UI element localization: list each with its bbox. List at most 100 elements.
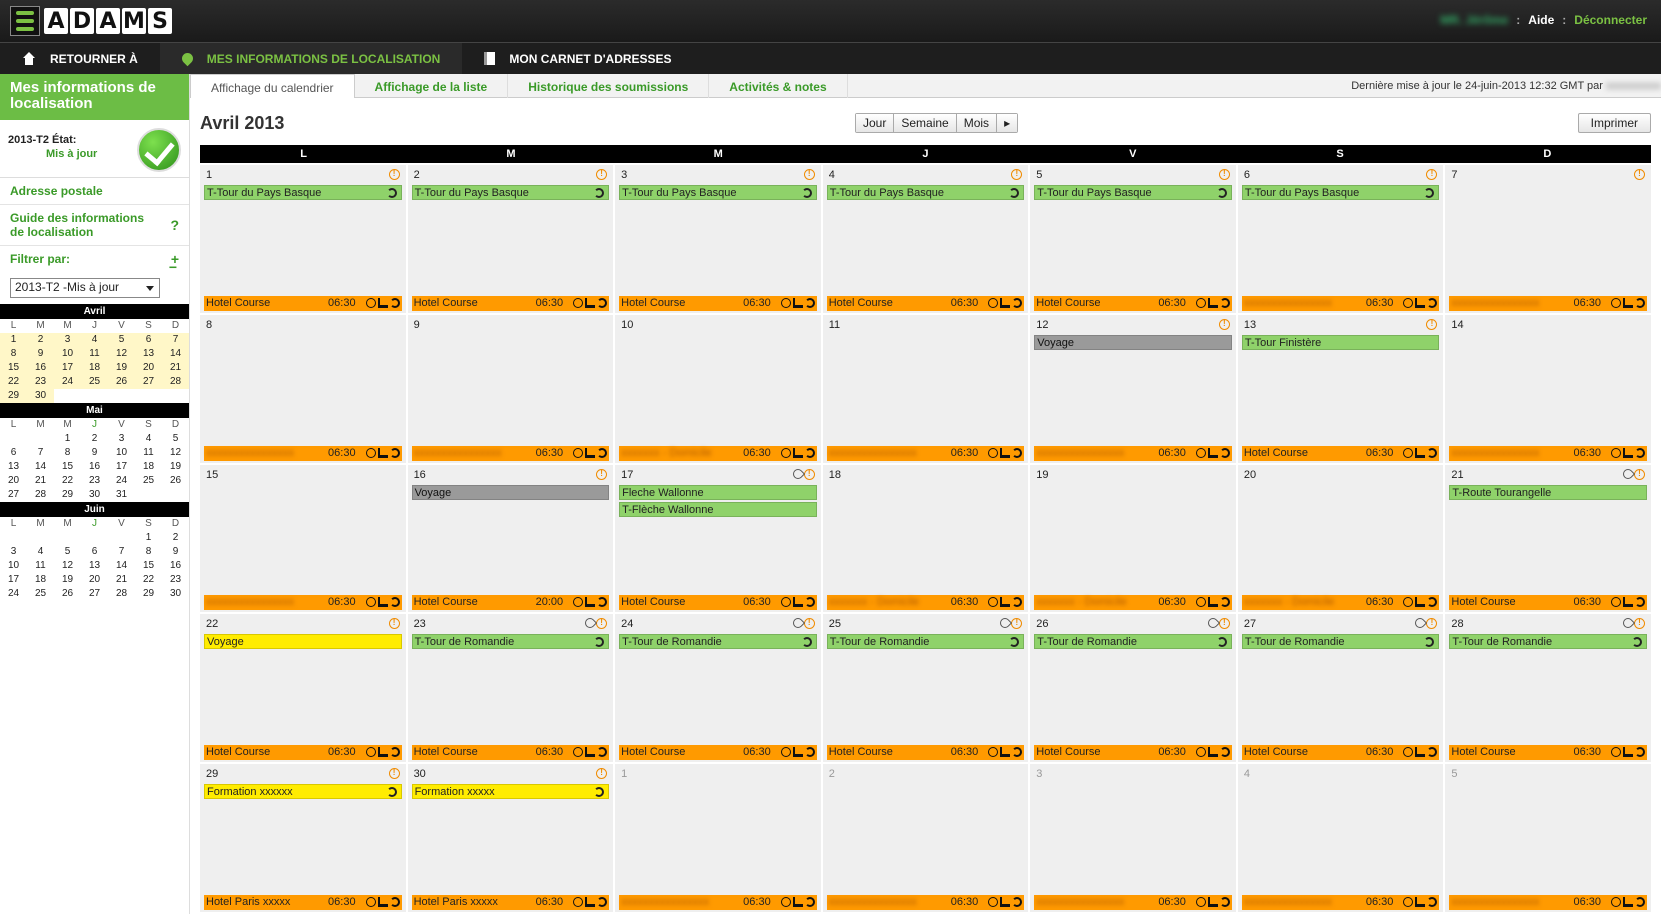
calendar-event[interactable]: Fleche Wallonne <box>619 484 817 500</box>
overnight-bar[interactable]: xxxxxxxxxxxxxxxx 06:30 <box>1034 895 1232 910</box>
overnight-bar[interactable]: Hotel Course 06:30 <box>1034 745 1232 761</box>
day-cell[interactable]: 23! T-Tour de Romandie Hotel Course 06:30 <box>407 614 614 763</box>
attachment-icon[interactable] <box>1620 616 1636 631</box>
minical-day[interactable]: 30 <box>81 488 108 502</box>
minus-icon[interactable]: − <box>169 259 177 275</box>
warning-icon[interactable]: ! <box>803 618 815 630</box>
minical-day[interactable]: 25 <box>135 474 162 488</box>
warning-icon[interactable]: ! <box>1218 318 1230 330</box>
day-cell[interactable]: 6! T-Tour du Pays Basque xxxxxxxxxxxxxxxx 0… <box>1237 165 1444 313</box>
overnight-bar[interactable]: xxxxxxx - Domicile 06:30 <box>619 445 817 461</box>
warning-icon[interactable]: ! <box>596 169 608 180</box>
day-cell[interactable]: 2 xxxxxxxxxxxxxxxx 06:30 <box>822 764 1029 912</box>
print-button[interactable]: Imprimer <box>1577 113 1651 133</box>
calendar-event[interactable]: T-Tour du Pays Basque <box>411 185 610 200</box>
warning-icon[interactable]: ! <box>1426 618 1438 630</box>
tab-activities-notes[interactable]: Activités & notes <box>709 74 848 98</box>
day-cell[interactable]: 1 xxxxxxxxxxxxxxxx 06:30 <box>615 764 821 912</box>
minical-day[interactable]: 26 <box>54 587 81 601</box>
minical-day[interactable]: 16 <box>27 361 54 375</box>
minical-day[interactable]: 19 <box>54 573 81 587</box>
day-cell[interactable]: 5 xxxxxxxxxxxxxxxx 06:30 <box>1445 764 1651 912</box>
minical-day[interactable]: 2 <box>162 531 189 545</box>
day-cell[interactable]: 10 xxxxxxx - Domicile 06:30 <box>615 314 821 463</box>
overnight-bar[interactable]: Hotel Course 06:30 <box>619 745 817 761</box>
overnight-bar[interactable]: Hotel Course 06:30 <box>1449 595 1647 611</box>
calendar-event[interactable]: T-Tour du Pays Basque <box>1241 185 1440 200</box>
day-cell[interactable]: 16! Voyage Hotel Course 20:00 <box>407 464 614 613</box>
minical-day[interactable]: 6 <box>81 545 108 559</box>
minical-day[interactable]: 1 <box>0 333 27 347</box>
overnight-bar[interactable]: xxxxxxx - Domicile 06:30 <box>1241 595 1440 611</box>
overnight-bar[interactable]: xxxxxxxxxxxxxxxx 06:30 <box>411 445 610 461</box>
minical-day[interactable]: 25 <box>27 587 54 601</box>
day-cell[interactable]: 26! T-Tour de Romandie Hotel Course 06:30 <box>1030 614 1236 763</box>
view-day-button[interactable]: Jour <box>856 114 895 132</box>
warning-icon[interactable]: ! <box>1218 618 1230 630</box>
overnight-bar[interactable]: xxxxxxxxxxxxxxxx 06:30 <box>1449 445 1647 461</box>
minical-day[interactable]: 29 <box>54 488 81 502</box>
tab-calendar-view[interactable]: Affichage du calendrier <box>190 74 355 98</box>
attachment-icon[interactable] <box>998 616 1013 631</box>
minical-day[interactable]: 22 <box>54 474 81 488</box>
minical-day[interactable]: 15 <box>135 559 162 573</box>
day-cell[interactable]: 5! T-Tour du Pays Basque Hotel Course 06:30 <box>1030 165 1236 313</box>
minical-day[interactable]: 14 <box>27 460 54 474</box>
calendar-event[interactable]: Voyage <box>1034 334 1232 350</box>
minical-day[interactable]: 21 <box>108 573 135 587</box>
attachment-icon[interactable] <box>583 616 598 631</box>
minical-day[interactable]: 23 <box>162 573 189 587</box>
day-cell[interactable]: 22! Voyage Hotel Course 06:30 <box>200 614 406 763</box>
warning-icon[interactable]: ! <box>803 468 815 480</box>
warning-icon[interactable]: ! <box>596 618 608 630</box>
minical-day[interactable]: 11 <box>135 446 162 460</box>
day-cell[interactable]: 4! T-Tour du Pays Basque Hotel Course 06:30 <box>822 165 1029 313</box>
minical-day[interactable]: 6 <box>0 446 27 460</box>
minical-day[interactable]: 9 <box>27 347 54 361</box>
help-question-icon[interactable]: ? <box>170 217 179 233</box>
day-cell[interactable]: 8 xxxxxxxxxxxxxxxx 06:30 <box>200 314 406 463</box>
guide-link[interactable]: Guide des informations de localisation ? <box>0 205 189 246</box>
day-cell[interactable]: 29! Formation xxxxxx Hotel Paris xxxxx 06:3… <box>200 764 406 912</box>
minical-day[interactable]: 23 <box>81 474 108 488</box>
day-cell[interactable]: 18 xxxxxxx - Domicile 06:30 <box>822 464 1029 613</box>
overnight-bar[interactable]: Hotel Course 06:30 <box>411 745 610 761</box>
day-cell[interactable]: 19 xxxxxxx - Domicile 06:30 <box>1030 464 1236 613</box>
day-cell[interactable]: 14 xxxxxxxxxxxxxxxx 06:30 <box>1445 314 1651 463</box>
minical-day[interactable]: 30 <box>162 587 189 601</box>
view-month-button[interactable]: Mois <box>956 114 998 132</box>
day-cell[interactable]: 2! T-Tour du Pays Basque Hotel Course 06:30 <box>407 165 614 313</box>
day-cell[interactable]: 7! xxxxxxxxxxxxxxxx 06:30 <box>1445 165 1651 313</box>
minical-day[interactable]: 7 <box>108 545 135 559</box>
minical-day[interactable]: 9 <box>162 545 189 559</box>
overnight-bar[interactable]: xxxxxxxxxxxxxxxx 06:30 <box>826 895 1025 910</box>
warning-icon[interactable]: ! <box>1633 169 1645 180</box>
minical-day[interactable]: 2 <box>81 432 108 446</box>
day-cell[interactable]: 9 xxxxxxxxxxxxxxxx 06:30 <box>407 314 614 463</box>
overnight-bar[interactable]: Hotel Paris xxxxx 06:30 <box>204 895 402 910</box>
minical-day[interactable]: 29 <box>135 587 162 601</box>
minical-day[interactable]: 29 <box>0 389 27 403</box>
overnight-bar[interactable]: Hotel Course 06:30 <box>1241 445 1440 461</box>
minical-day[interactable]: 3 <box>108 432 135 446</box>
warning-icon[interactable]: ! <box>1633 618 1645 630</box>
nav-location-info[interactable]: MES INFORMATIONS DE LOCALISATION <box>159 43 463 74</box>
adams-logo[interactable]: ADAMS <box>10 6 172 36</box>
minical-day[interactable]: 8 <box>54 446 81 460</box>
nav-address-book[interactable]: MON CARNET D'ADRESSES <box>462 43 693 74</box>
minical-day[interactable]: 7 <box>27 446 54 460</box>
overnight-bar[interactable]: xxxxxxxxxxxxxxxx 06:30 <box>826 445 1025 461</box>
attachment-icon[interactable] <box>790 466 805 481</box>
overnight-bar[interactable]: Hotel Course 06:30 <box>619 595 817 611</box>
day-cell[interactable]: 25! T-Tour de Romandie Hotel Course 06:30 <box>822 614 1029 763</box>
day-cell[interactable]: 15 xxxxxxxxxxxxxxxx 06:30 <box>200 464 406 613</box>
warning-icon[interactable]: ! <box>1011 169 1023 180</box>
minical-day[interactable]: 28 <box>162 375 189 389</box>
minical-day[interactable]: 20 <box>0 474 27 488</box>
minical-day[interactable]: 27 <box>81 587 108 601</box>
warning-icon[interactable]: ! <box>596 468 608 480</box>
minical-day[interactable]: 31 <box>108 488 135 502</box>
overnight-bar[interactable]: xxxxxxx - Domicile 06:30 <box>1034 595 1232 611</box>
warning-icon[interactable]: ! <box>388 768 400 780</box>
minical-day[interactable]: 19 <box>108 361 135 375</box>
